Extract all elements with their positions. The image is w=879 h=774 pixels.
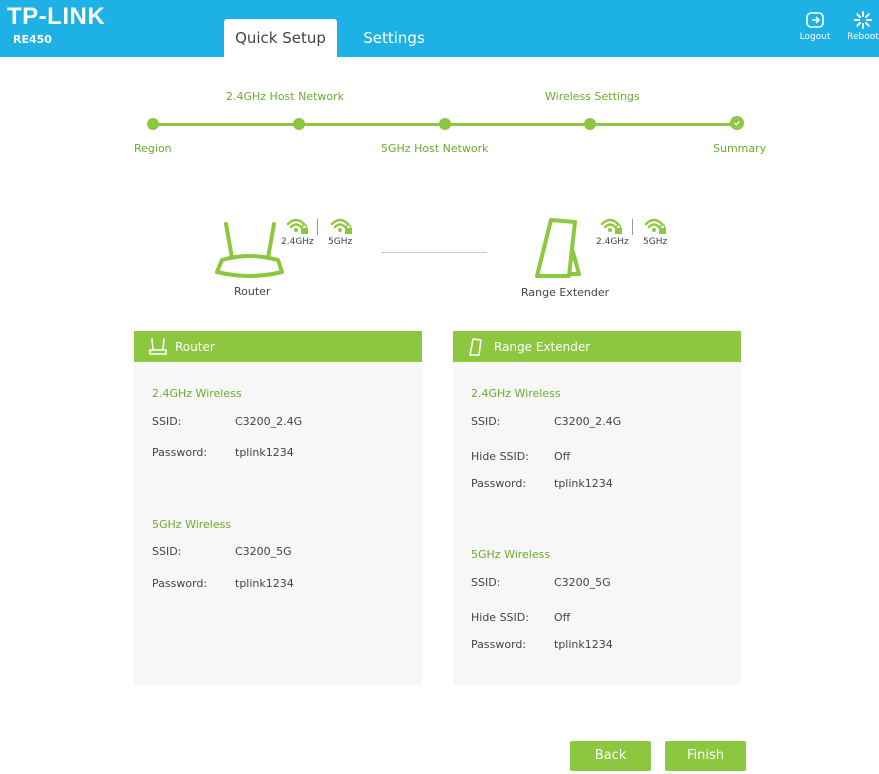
wifi-lock-icon xyxy=(644,218,666,234)
step-dot-24ghz xyxy=(293,118,305,130)
extender-panel-title: Range Extender xyxy=(494,340,591,354)
band-divider xyxy=(632,219,633,235)
step-dot-summary xyxy=(730,116,744,130)
router-24ghz-ssid-value: C3200_2.4G xyxy=(235,415,303,428)
router-24ghz-heading: 2.4GHz Wireless xyxy=(152,387,242,400)
logout-icon xyxy=(806,12,824,28)
extender-24ghz-password-value: tplink1234 xyxy=(554,477,613,490)
extender-24ghz-hide-ssid-label: Hide SSID: xyxy=(471,450,529,463)
router-band-24: 2.4GHz xyxy=(281,237,314,247)
step-label-24ghz: 2.4GHz Host Network xyxy=(226,90,345,103)
range-extender-label: Range Extender xyxy=(521,286,610,299)
header-bar: TP-LINK RE450 Quick Setup Settings Logou… xyxy=(0,0,879,57)
router-5ghz-ssid-label: SSID: xyxy=(152,545,182,558)
step-label-summary: Summary xyxy=(713,142,767,155)
range-extender-small-icon xyxy=(469,338,482,356)
router-24ghz-password-value: tplink1234 xyxy=(235,446,294,459)
router-icon xyxy=(215,222,284,278)
extender-5ghz-hide-ssid-value: Off xyxy=(554,611,571,624)
logout-label: Logout xyxy=(799,32,831,42)
back-button[interactable]: Back xyxy=(570,741,651,771)
extender-5ghz-heading: 5GHz Wireless xyxy=(471,548,551,561)
wifi-lock-icon xyxy=(600,218,622,234)
router-5ghz-ssid-value: C3200_5G xyxy=(235,545,292,558)
step-label-5ghz: 5GHz Host Network xyxy=(381,142,489,155)
router-label: Router xyxy=(234,285,271,298)
extender-24ghz-heading: 2.4GHz Wireless xyxy=(471,387,561,400)
wifi-lock-icon xyxy=(330,218,352,234)
tab-quick-setup[interactable]: Quick Setup xyxy=(224,19,337,57)
router-band-5: 5GHz xyxy=(328,237,353,247)
extender-5ghz-ssid-label: SSID: xyxy=(471,576,501,589)
extender-band-24: 2.4GHz xyxy=(596,237,629,247)
reboot-button[interactable]: Reboot xyxy=(843,10,879,42)
step-dot-region xyxy=(147,118,159,130)
router-panel-header: Router xyxy=(134,331,422,362)
reboot-label: Reboot xyxy=(847,32,879,42)
step-dot-5ghz xyxy=(439,118,451,130)
step-label-region: Region xyxy=(134,142,172,155)
extender-24ghz-hide-ssid-value: Off xyxy=(554,450,571,463)
router-5ghz-heading: 5GHz Wireless xyxy=(152,518,232,531)
extender-band-5: 5GHz xyxy=(643,237,668,247)
extender-5ghz-ssid-value: C3200_5G xyxy=(554,576,611,589)
extender-5ghz-password-label: Password: xyxy=(471,638,527,651)
router-24ghz-ssid-label: SSID: xyxy=(152,415,182,428)
router-small-icon xyxy=(149,338,167,355)
range-extender-icon xyxy=(535,218,581,278)
step-dot-wireless xyxy=(584,118,596,130)
router-panel: Router 2.4GHz Wireless SSID: C3200_2.4G … xyxy=(134,331,422,685)
range-extender-panel: Range Extender 2.4GHz Wireless SSID: C32… xyxy=(453,331,741,685)
check-icon xyxy=(732,118,742,128)
router-5ghz-password-label: Password: xyxy=(152,577,208,590)
wifi-lock-icon xyxy=(286,218,308,234)
router-24ghz-password-label: Password: xyxy=(152,446,208,459)
step-label-wireless: Wireless Settings xyxy=(545,90,640,103)
extender-24ghz-ssid-value: C3200_2.4G xyxy=(554,415,622,428)
logout-button[interactable]: Logout xyxy=(795,10,835,42)
extender-5ghz-password-value: tplink1234 xyxy=(554,638,613,651)
tab-settings[interactable]: Settings xyxy=(352,19,436,57)
extender-24ghz-ssid-label: SSID: xyxy=(471,415,501,428)
finish-button[interactable]: Finish xyxy=(665,741,746,771)
extender-5ghz-hide-ssid-label: Hide SSID: xyxy=(471,611,529,624)
router-5ghz-password-value: tplink1234 xyxy=(235,577,294,590)
reboot-icon xyxy=(854,11,872,29)
router-panel-title: Router xyxy=(175,340,215,354)
band-divider xyxy=(317,219,318,235)
connection-line xyxy=(381,252,487,253)
model-name: RE450 xyxy=(13,33,52,46)
extender-panel-header: Range Extender xyxy=(453,331,741,362)
extender-24ghz-password-label: Password: xyxy=(471,477,527,490)
brand-logo: TP-LINK xyxy=(7,3,106,30)
